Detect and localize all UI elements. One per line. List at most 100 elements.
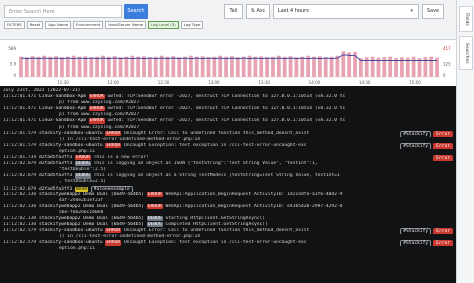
log-level-badge: DEBUG: [74, 161, 91, 167]
log-tag[interactable]: Error: [433, 228, 453, 235]
log-stream[interactable]: July 21st, 2022 (2022-07-21) 11:12:01.47…: [0, 86, 456, 283]
chart-bar: [370, 56, 375, 77]
chart-bar: [95, 56, 100, 77]
log-tag[interactable]: #Stackify: [400, 142, 432, 149]
chart-bar: [288, 56, 293, 77]
log-host: stackify-sandbox-ubuntu: [38, 228, 106, 234]
chart-bar: [19, 56, 23, 77]
y-right-tick-label: 125: [443, 62, 451, 67]
log-host: stackifywebapp2 Demo Dual [6649-5b4b5]: [38, 222, 147, 228]
log-message-continued: () in /cli-test-error-undefined-method-e…: [59, 136, 201, 142]
chart-bar: [89, 57, 94, 77]
app-name-filter[interactable]: App Name: [45, 21, 72, 29]
log-message-continued: eption.php:11: [59, 246, 95, 252]
y-tick-label: 0: [13, 73, 16, 78]
chart-bar: [171, 56, 176, 77]
chart-bar: [54, 56, 58, 77]
log-tag[interactable]: Error: [433, 240, 453, 247]
log-timestamp: 11:12:02.130: [3, 191, 39, 197]
chart-bar: [294, 57, 299, 77]
log-tag[interactable]: Error: [433, 142, 453, 149]
log-host: stackify-sandbox-ubuntu: [38, 130, 106, 136]
log-message: Uncaught Exception: test exception in /c…: [123, 142, 307, 148]
log-message: Uncaught Error: Call to undefined functi…: [123, 130, 310, 136]
filters-label: FILTERS: [4, 21, 25, 29]
log-message-continued: "testDouble":2.5}: [59, 167, 107, 173]
chart-bar: [253, 56, 258, 77]
save-button[interactable]: Save: [422, 4, 444, 19]
x-tick-label: 13:00: [208, 80, 220, 85]
toolbar: Enter Search Here Search FILTERS Reset A…: [0, 0, 456, 40]
chart-bar: [165, 56, 170, 77]
chart-bar: [206, 57, 211, 77]
log-tag[interactable]: Error: [433, 155, 453, 162]
log-host: d2fad5fa3ff3: [38, 173, 75, 179]
chart-bar: [65, 56, 70, 77]
series-line: [20, 54, 438, 62]
time-range-select[interactable]: Last 4 hours ▾: [273, 4, 419, 19]
log-timestamp: 11:12:01.471: [3, 94, 39, 100]
log-tag[interactable]: #Stackify: [400, 228, 432, 235]
log-host: stackify-sandbox-ubuntu: [38, 142, 106, 148]
log-timestamp: 11:12:02.579: [3, 228, 39, 234]
chart-bar: [241, 56, 246, 77]
chart-bar: [147, 57, 152, 77]
chart-bar: [317, 56, 322, 77]
x-tick-label: 11:30: [57, 80, 69, 85]
chart-bar: [194, 56, 199, 77]
log-message-continued: 56e-f0a2e6c1b0e8: [59, 209, 104, 215]
host-server-filter[interactable]: Host/Server Name: [105, 21, 147, 29]
log-message-continued: eption.php:11: [59, 148, 95, 154]
log-type-filter[interactable]: Log Type: [180, 21, 204, 29]
tab-searches[interactable]: Searches: [459, 36, 473, 70]
log-line[interactable]: eption.php:11: [3, 246, 453, 252]
log-timestamp: 11:12:01.734: [3, 155, 39, 161]
log-host: Linux-Sandbox-Apm: [38, 118, 89, 124]
x-tick-label: 15:00: [409, 80, 421, 85]
chart-bar: [30, 56, 35, 77]
search-input[interactable]: Enter Search Here: [4, 5, 122, 18]
chart-bar: [411, 56, 416, 77]
sort-button[interactable]: ⇅ Asc: [246, 4, 270, 19]
log-tag[interactable]: Error: [433, 130, 453, 137]
chart-bar: [142, 56, 146, 77]
log-timestamp: 11:12:02.579: [3, 240, 39, 246]
tail-button[interactable]: Tail: [224, 4, 243, 19]
chart-bar: [42, 55, 47, 77]
chart-bar: [312, 56, 316, 77]
log-host: stackify-sandbox-ubuntu: [38, 240, 106, 246]
chart-bar: [259, 56, 264, 77]
log-level-badge: ERROR: [74, 155, 91, 161]
y-tick-label: 5.9: [10, 62, 17, 67]
chart-bar: [118, 57, 123, 77]
chart-bar: [183, 56, 187, 77]
log-message-continued: p) from www.zzyslog.com/#2027: [59, 124, 140, 130]
log-timestamp: 11:12:02.130: [3, 222, 39, 228]
chevron-down-icon: ▾: [410, 8, 413, 14]
chart-bar: [159, 55, 164, 77]
chart-bar: [230, 56, 234, 77]
log-host: d2fad5fa3ff3: [38, 155, 75, 161]
log-timestamp: 11:12:02.130: [3, 215, 39, 221]
log-tag[interactable]: #Stackify: [400, 240, 432, 247]
search-button[interactable]: Search: [124, 4, 148, 19]
log-host: Linux-Sandbox-Apm: [38, 106, 89, 112]
chart-bar: [335, 55, 340, 77]
y-right-tick-label: 0: [443, 73, 446, 78]
chart-bar: [200, 56, 205, 77]
log-host: stackifywebapp2 Demo Dual [6649-5b4b5]: [38, 215, 147, 221]
chart-canvas: 589 5.9 0 417 125 0 11:30 12:00 12:30 13:00 13:30 1…: [8, 46, 451, 85]
log-volume-chart[interactable]: 589 5.9 0 417 125 0 11:30 12:00 12:30 13:00 13:30 1…: [0, 40, 456, 86]
log-level-badge: DEBUG: [146, 215, 163, 222]
tab-fields[interactable]: Fields: [459, 6, 473, 32]
chart-bar: [388, 56, 393, 77]
log-host: Linux-Sandbox-Apm: [38, 94, 89, 100]
log-message: WebApi:Application_BeginRequest Activity…: [165, 203, 343, 209]
reset-filter-button[interactable]: Reset: [26, 21, 44, 29]
environment-filter[interactable]: Environment: [73, 21, 104, 29]
log-tag[interactable]: #Stackify: [400, 130, 432, 137]
log-timestamp: 11:12:02.079: [3, 173, 39, 179]
log-level-badge: ERROR: [105, 130, 122, 136]
filter-bar: FILTERS Reset App Name Environment Host/…: [4, 21, 204, 29]
log-level-filter[interactable]: Log Level (3): [148, 21, 179, 29]
